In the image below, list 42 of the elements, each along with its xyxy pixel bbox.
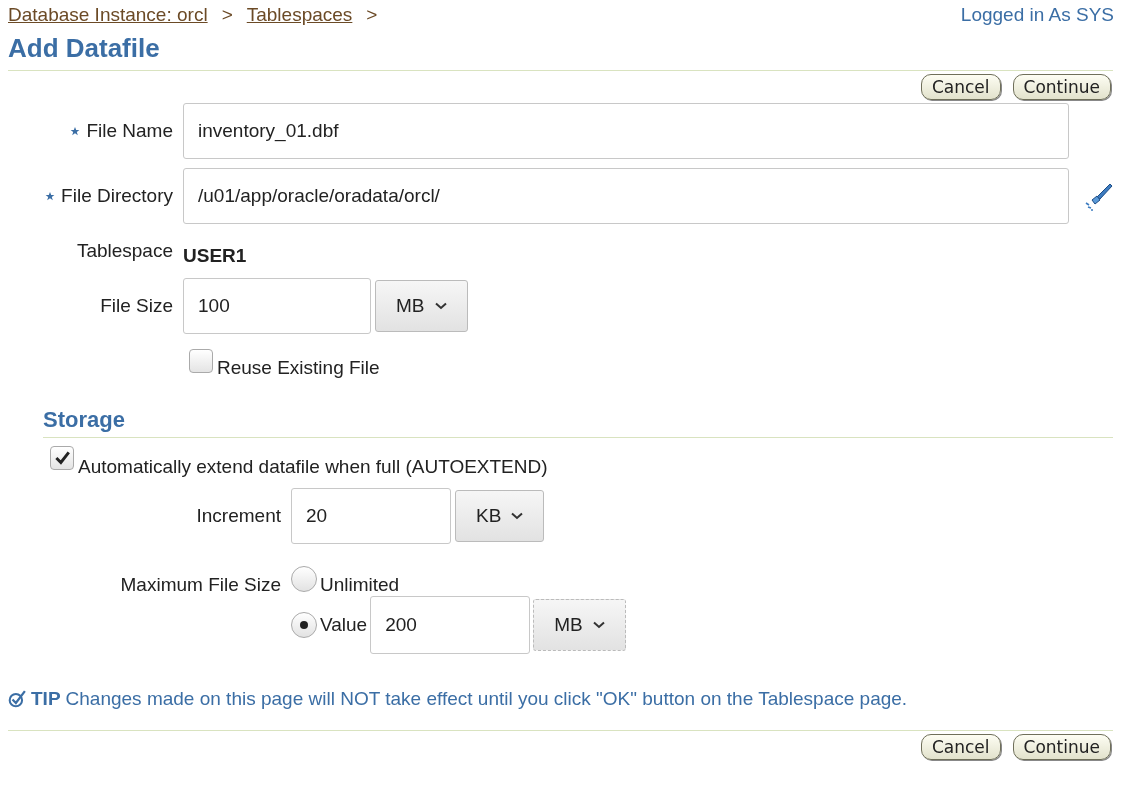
- action-button[interactable]: Continue: [1012, 734, 1111, 760]
- action-button[interactable]: Continue: [1012, 74, 1111, 100]
- breadcrumb-separator: >: [366, 4, 378, 26]
- input-field[interactable]: 200: [370, 596, 531, 654]
- chevron-down-icon: [511, 512, 524, 520]
- unit-dropdown[interactable]: MB: [533, 599, 626, 651]
- field-label: File Directory: [61, 185, 173, 207]
- field-label: File Size: [100, 295, 173, 317]
- flashlight-icon[interactable]: [1083, 181, 1113, 211]
- chevron-down-icon: [434, 302, 447, 310]
- field-label: Tablespace: [76, 240, 173, 262]
- input-field[interactable]: 20: [291, 488, 451, 544]
- checkmark-icon: [8, 690, 26, 708]
- page-title: Add Datafile: [8, 32, 161, 64]
- tip-text: Changes made on this page will NOT take effect until you click "OK" button on the Tablespace page.: [65, 688, 908, 710]
- radio-label: Unlimited: [320, 573, 400, 596]
- radio-button[interactable]: [291, 612, 317, 638]
- radio-button[interactable]: [291, 566, 317, 592]
- action-button[interactable]: Cancel: [920, 734, 1001, 760]
- breadcrumb-separator: >: [221, 4, 233, 26]
- breadcrumb-link[interactable]: Database Instance: orcl: [8, 4, 208, 26]
- field-label: Maximum File Size: [120, 574, 281, 596]
- login-status: Logged in As SYS: [960, 4, 1114, 26]
- chevron-down-icon: [592, 621, 605, 629]
- input-field[interactable]: 100: [183, 278, 371, 334]
- field-label: Increment: [196, 505, 281, 527]
- checkmark-icon: [53, 449, 71, 467]
- tip-label: TIP: [31, 688, 61, 710]
- checkbox-label: Automatically extend datafile when full (AUTOEXTEND): [78, 455, 548, 478]
- checkbox[interactable]: [50, 446, 74, 470]
- unit-dropdown[interactable]: MB: [375, 280, 468, 332]
- section-title: Storage: [43, 407, 126, 433]
- unit-dropdown[interactable]: KB: [455, 490, 545, 542]
- action-button[interactable]: Cancel: [920, 74, 1001, 100]
- checkbox-label: Reuse Existing File: [217, 356, 380, 379]
- field-value: USER1: [183, 245, 247, 267]
- input-field[interactable]: inventory_01.dbf: [183, 103, 1069, 159]
- field-label: File Name: [86, 120, 173, 142]
- checkbox[interactable]: [189, 349, 213, 373]
- input-field[interactable]: /u01/app/oracle/oradata/orcl/: [183, 168, 1069, 224]
- radio-label: Value: [320, 614, 368, 636]
- breadcrumb-link[interactable]: Tablespaces: [246, 4, 353, 26]
